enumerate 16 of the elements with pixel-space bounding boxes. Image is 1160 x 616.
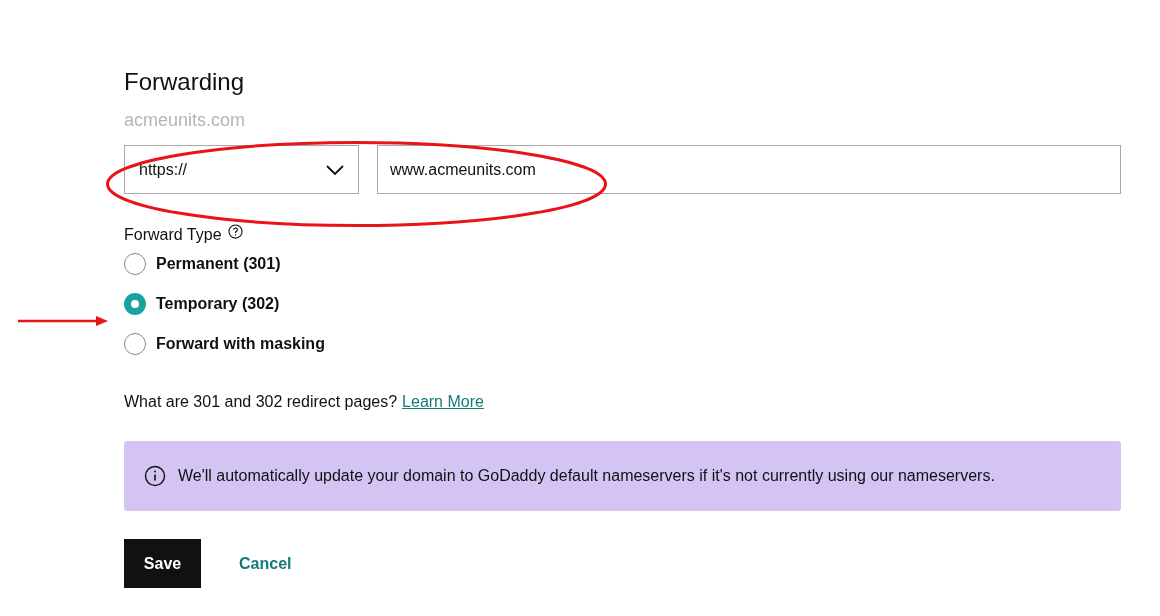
forward-type-label: Forward Type [124, 225, 222, 245]
help-icon[interactable] [227, 224, 243, 239]
save-button[interactable]: Save [124, 539, 201, 588]
page-title: Forwarding [124, 67, 245, 97]
chevron-down-icon [326, 164, 344, 175]
radio-option[interactable]: Temporary (302) [124, 293, 280, 315]
radio-option[interactable]: Forward with masking [124, 333, 325, 355]
learn-more-link[interactable]: Learn More [402, 391, 484, 413]
destination-field[interactable]: www.acmeunits.com [377, 145, 1121, 194]
domain-name: acmeunits.com [124, 109, 246, 132]
notice-text: We'll automatically update your domain to GoDaddy default nameservers if it's not currently using our nameservers. [178, 466, 995, 486]
radio-option[interactable]: Permanent (301) [124, 253, 281, 275]
protocol-select[interactable]: https:// [124, 145, 359, 194]
help-text: What are 301 and 302 redirect pages? [124, 392, 398, 412]
cancel-button[interactable]: Cancel [239, 539, 292, 588]
info-icon [144, 465, 166, 487]
